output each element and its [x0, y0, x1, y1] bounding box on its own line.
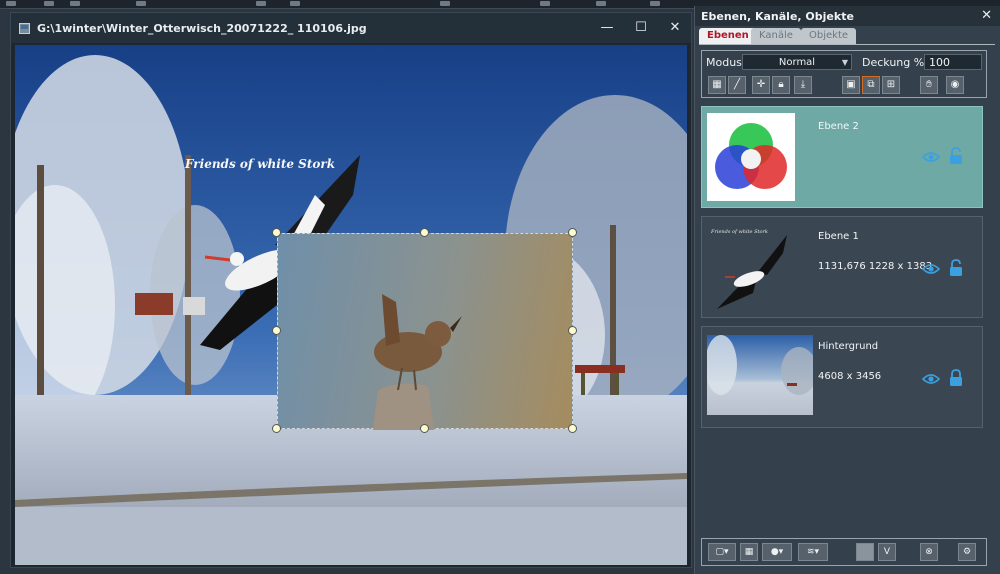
tab-divider — [699, 44, 995, 45]
save-icon[interactable] — [70, 1, 80, 6]
hand-icon[interactable]: ✋︎ — [920, 76, 938, 94]
tab-ebenen[interactable]: Ebenen — [699, 28, 757, 44]
resize-handle-se[interactable] — [568, 424, 577, 433]
tab-objekte[interactable]: Objekte — [801, 28, 857, 44]
visibility-icon[interactable]: V — [878, 543, 896, 561]
lock-icon[interactable] — [948, 369, 964, 387]
texture-icon[interactable]: ▦ — [708, 76, 726, 94]
new-icon[interactable] — [6, 1, 16, 6]
tab-kanaele[interactable]: Kanäle — [751, 28, 801, 44]
layer-item-ebene-2[interactable]: Ebene 2 — [701, 106, 983, 208]
delete-icon[interactable]: ⊗ — [920, 543, 938, 561]
group-icon[interactable]: ▦ — [740, 543, 758, 561]
layer-name: Hintergrund — [818, 341, 879, 352]
image-window: G:\1winter\Winter_Otterwisch_20071222_ 1… — [10, 12, 692, 568]
layers-panel-title: Ebenen, Kanäle, Objekte — [701, 10, 854, 23]
blend-mode-select[interactable]: Normal ▼ — [742, 54, 852, 70]
layer-fx-icon[interactable]: ▣ — [842, 76, 860, 94]
layers-panel: Ebenen, Kanäle, Objekte ✕ Ebenen Kanäle … — [694, 6, 1000, 574]
resize-handle-ne[interactable] — [568, 228, 577, 237]
image-window-title: G:\1winter\Winter_Otterwisch_20071222_ 1… — [37, 22, 367, 35]
stork-thumbnail: Friends of white Stork — [710, 229, 787, 309]
layer-size: 4608 x 3456 — [818, 371, 882, 382]
resize-handle-n[interactable] — [420, 228, 429, 237]
flatten-icon[interactable] — [856, 543, 874, 561]
wren-bird-graphic — [373, 294, 462, 430]
image-canvas[interactable]: Friends of white Stork — [15, 45, 687, 565]
lock-transparency-icon[interactable]: 🔒︎ — [772, 76, 790, 94]
layers-panel-header[interactable]: Ebenen, Kanäle, Objekte ✕ — [695, 6, 1000, 26]
settings-icon[interactable]: ⚙ — [958, 543, 976, 561]
unlock-icon[interactable] — [948, 147, 964, 165]
layers-panel-close-button[interactable]: ✕ — [981, 8, 992, 23]
eye-settings-icon[interactable]: ◉ — [946, 76, 964, 94]
opacity-input[interactable]: 100 — [924, 54, 982, 70]
help-icon[interactable] — [650, 1, 660, 6]
svg-text:Friends of white Stork: Friends of white Stork — [710, 229, 768, 235]
image-caption-text: Friends of white Stork — [185, 157, 336, 171]
layer-thumbnail — [707, 335, 813, 415]
redo-icon[interactable] — [290, 1, 300, 6]
brush-icon[interactable]: ╱ — [728, 76, 746, 94]
mode-label: Modus — [706, 56, 742, 69]
move-icon[interactable] — [540, 1, 550, 6]
unlock-icon[interactable] — [948, 259, 964, 277]
open-icon[interactable] — [44, 1, 54, 6]
resize-handle-s[interactable] — [420, 424, 429, 433]
layer-name: Ebene 1 — [818, 231, 859, 242]
print-icon[interactable] — [136, 1, 146, 6]
resize-handle-w[interactable] — [272, 326, 281, 335]
move-layer-icon[interactable]: ✛ — [752, 76, 770, 94]
layer-copy-icon[interactable]: ⧉ — [862, 76, 880, 94]
layer-position-size: 1131,676 1228 x 1383 — [818, 261, 933, 272]
eye-icon[interactable] — [922, 151, 940, 163]
new-layer-icon[interactable]: ▢▾ — [708, 543, 736, 561]
layer-thumbnail: Friends of white Stork — [707, 223, 795, 311]
layer-name: Ebene 2 — [818, 121, 859, 132]
adjust-icon[interactable]: ≋▾ — [798, 543, 828, 561]
layer-item-hintergrund[interactable]: Hintergrund 4608 x 3456 — [701, 326, 983, 428]
chevron-down-icon: ▼ — [841, 58, 848, 67]
document-icon — [19, 23, 30, 34]
wren-layer-image[interactable] — [277, 233, 573, 430]
opacity-label: Deckung % — [862, 56, 925, 69]
minimize-button[interactable]: — — [597, 19, 617, 37]
eye-icon[interactable] — [922, 263, 940, 275]
close-window-button[interactable]: ✕ — [665, 19, 685, 37]
maximize-button[interactable]: ☐ — [631, 19, 651, 37]
eye-icon[interactable] — [922, 373, 940, 385]
mask-icon[interactable]: ●▾ — [762, 543, 792, 561]
rgb-circles-thumbnail — [715, 123, 787, 189]
layer-properties-box: Modus Normal ▼ Deckung % 100 ▦ ╱ ✛ 🔒︎ ⤓ … — [701, 50, 987, 98]
layers-action-bar: ▢▾ ▦ ●▾ ≋▾ V ⊗ ⚙ — [701, 538, 987, 566]
undo-icon[interactable] — [256, 1, 266, 6]
resize-handle-nw[interactable] — [272, 228, 281, 237]
crop-icon[interactable] — [440, 1, 450, 6]
layer-item-ebene-1[interactable]: Friends of white Stork Ebene 1 1131,676 … — [701, 216, 983, 318]
resize-handle-e[interactable] — [568, 326, 577, 335]
layer-paste-icon[interactable]: ⊞ — [882, 76, 900, 94]
image-window-titlebar[interactable]: G:\1winter\Winter_Otterwisch_20071222_ 1… — [11, 13, 691, 43]
resize-handle-sw[interactable] — [272, 424, 281, 433]
blend-mode-value: Normal — [778, 57, 816, 68]
merge-icon[interactable]: ⤓ — [794, 76, 812, 94]
winter-thumbnail — [707, 335, 813, 395]
play-icon[interactable] — [596, 1, 606, 6]
layer-thumbnail — [707, 113, 795, 201]
